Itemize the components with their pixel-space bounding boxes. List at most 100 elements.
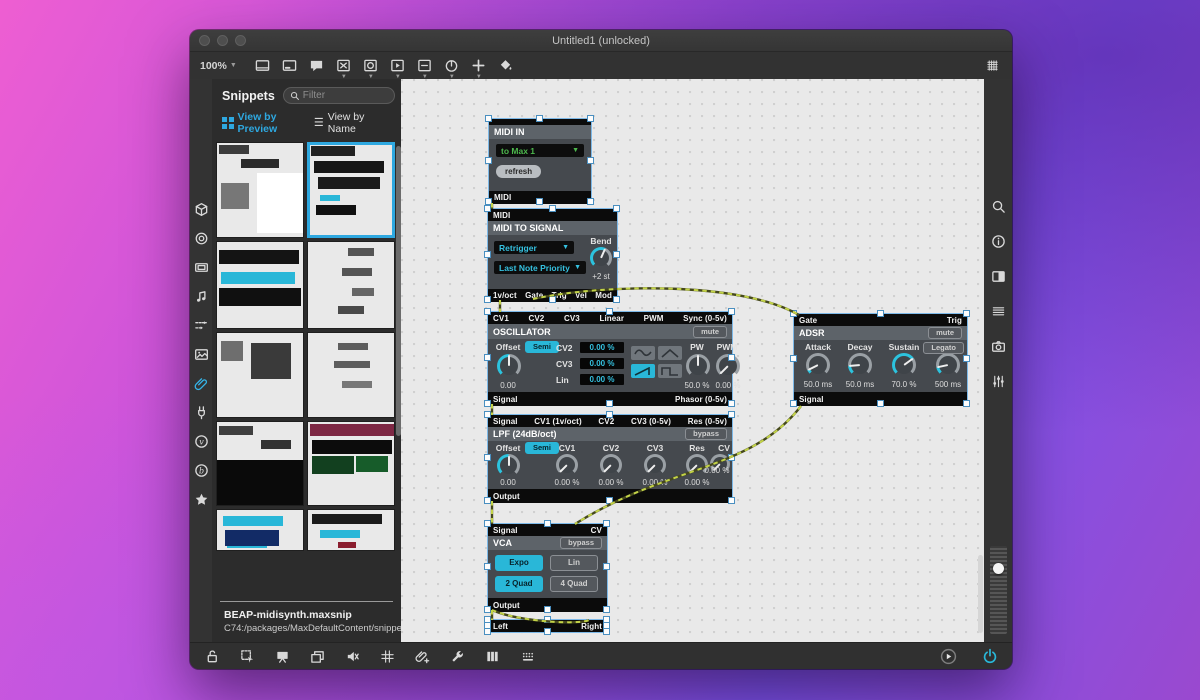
keyboard-icon[interactable] bbox=[517, 646, 537, 666]
piano-keys-icon[interactable] bbox=[482, 646, 502, 666]
beap-icon[interactable]: b bbox=[193, 462, 210, 479]
snippets-search[interactable] bbox=[283, 87, 395, 104]
playbar-icon[interactable]: ▼ bbox=[388, 56, 408, 76]
zoom-level-dropdown[interactable]: 100%▼ bbox=[200, 60, 237, 72]
comment-icon[interactable] bbox=[307, 56, 327, 76]
osc-lin-numbox[interactable]: 0.00 % bbox=[580, 374, 624, 385]
lpf-cv3-knob[interactable] bbox=[644, 454, 666, 476]
close-button[interactable] bbox=[199, 35, 210, 46]
zoom-button[interactable] bbox=[235, 35, 246, 46]
selection-handle[interactable] bbox=[587, 115, 594, 122]
selection-handle[interactable] bbox=[606, 308, 613, 315]
snippets-icon[interactable] bbox=[193, 375, 210, 392]
selection-handle[interactable] bbox=[484, 606, 491, 613]
adsr-sustain-knob[interactable] bbox=[892, 353, 916, 377]
fader-knob[interactable] bbox=[993, 563, 1004, 574]
snippet-thumbnail[interactable] bbox=[307, 241, 395, 329]
selection-handle[interactable] bbox=[963, 310, 970, 317]
selection-handle[interactable] bbox=[484, 520, 491, 527]
snippet-thumbnail[interactable] bbox=[216, 509, 304, 551]
dial-icon[interactable]: ▼ bbox=[442, 56, 462, 76]
selection-handle[interactable] bbox=[485, 198, 492, 205]
selection-handle[interactable] bbox=[544, 628, 551, 635]
waveform-triangle-button[interactable] bbox=[658, 346, 682, 360]
button-icon[interactable]: ▼ bbox=[361, 56, 381, 76]
selection-handle[interactable] bbox=[728, 308, 735, 315]
adsr-release-knob[interactable] bbox=[936, 353, 960, 377]
selection-handle[interactable] bbox=[485, 115, 492, 122]
gain-fader[interactable] bbox=[990, 546, 1007, 634]
object-box-icon[interactable] bbox=[253, 56, 273, 76]
images-icon[interactable] bbox=[193, 346, 210, 363]
selection-handle[interactable] bbox=[484, 251, 491, 258]
bend-knob[interactable] bbox=[590, 247, 612, 269]
minimize-button[interactable] bbox=[217, 35, 228, 46]
favorites-icon[interactable] bbox=[193, 491, 210, 508]
audio-status-icon[interactable] bbox=[193, 230, 210, 247]
lpf-offset-knob[interactable] bbox=[497, 454, 520, 477]
plugs-icon[interactable] bbox=[193, 404, 210, 421]
console-list-icon[interactable] bbox=[989, 302, 1007, 320]
selection-handle[interactable] bbox=[484, 400, 491, 407]
snippet-thumbnail[interactable] bbox=[307, 332, 395, 418]
selection-handle[interactable] bbox=[536, 115, 543, 122]
selection-handle[interactable] bbox=[484, 411, 491, 418]
vizzie-icon[interactable]: v bbox=[193, 433, 210, 450]
selection-handle[interactable] bbox=[484, 563, 491, 570]
select-mode-icon[interactable] bbox=[237, 646, 257, 666]
snippet-thumbnail[interactable] bbox=[216, 421, 304, 506]
retrigger-dropdown[interactable]: Retrigger▼ bbox=[494, 241, 574, 254]
module-adsr[interactable]: Gate Trig ADSR mute Attack 50.0 ms Decay… bbox=[793, 313, 968, 405]
view-by-preview-tab[interactable]: View by Preview bbox=[222, 111, 314, 135]
audio-power-icon[interactable] bbox=[980, 646, 1000, 666]
osc-mute-button[interactable]: mute bbox=[693, 326, 727, 338]
selection-handle[interactable] bbox=[606, 497, 613, 504]
vca-expo-button[interactable]: Expo bbox=[495, 555, 543, 571]
selection-handle[interactable] bbox=[603, 563, 610, 570]
selection-handle[interactable] bbox=[613, 296, 620, 303]
midi-icon[interactable] bbox=[193, 288, 210, 305]
grid-toggle-icon[interactable] bbox=[377, 646, 397, 666]
snippet-thumbnail[interactable] bbox=[307, 421, 395, 506]
run-button-icon[interactable] bbox=[938, 646, 958, 666]
selection-handle[interactable] bbox=[606, 400, 613, 407]
selection-handle[interactable] bbox=[728, 354, 735, 361]
add-object-icon[interactable]: ▼ bbox=[469, 56, 489, 76]
new-snippet-icon[interactable] bbox=[412, 646, 432, 666]
snippet-thumbnail[interactable] bbox=[216, 332, 304, 418]
mixer-sliders-icon[interactable] bbox=[989, 372, 1007, 390]
waveform-saw-button[interactable] bbox=[631, 364, 655, 378]
selection-handle[interactable] bbox=[790, 400, 797, 407]
selection-handle[interactable] bbox=[728, 454, 735, 461]
view-by-name-tab[interactable]: ☰ View by Name bbox=[314, 111, 391, 135]
format-bucket-icon[interactable] bbox=[496, 56, 516, 76]
selection-handle[interactable] bbox=[603, 606, 610, 613]
selection-handle[interactable] bbox=[587, 157, 594, 164]
snippet-thumbnail[interactable] bbox=[216, 142, 304, 238]
module-oscillator[interactable]: CV1 CV2 CV3 Linear PWM Sync (0-5v) OSCIL… bbox=[487, 311, 733, 405]
lock-toggle-icon[interactable] bbox=[202, 646, 222, 666]
selection-handle[interactable] bbox=[544, 520, 551, 527]
adsr-decay-knob[interactable] bbox=[848, 353, 872, 377]
snippet-thumbnail[interactable] bbox=[307, 509, 395, 551]
media-icon[interactable] bbox=[193, 259, 210, 276]
osc-semi-button[interactable]: Semi bbox=[525, 341, 559, 353]
object-palette-icon[interactable] bbox=[982, 56, 1002, 76]
vca-lin-button[interactable]: Lin bbox=[550, 555, 598, 571]
module-lpf[interactable]: Signal CV1 (1v/oct) CV2 CV3 (0-5v) Res (… bbox=[487, 414, 733, 502]
selection-handle[interactable] bbox=[484, 454, 491, 461]
patcher-canvas[interactable]: MIDI IN to Max 1▼ refresh MIDI MIDI MIDI… bbox=[401, 79, 984, 642]
osc-cv3-numbox[interactable]: 0.00 % bbox=[580, 358, 624, 369]
refresh-button[interactable]: refresh bbox=[496, 165, 541, 178]
waveform-sine-button[interactable] bbox=[631, 346, 655, 360]
osc-cv2-numbox[interactable]: 0.00 % bbox=[580, 342, 624, 353]
module-midi-in[interactable]: MIDI IN to Max 1▼ refresh MIDI bbox=[488, 118, 592, 203]
info-icon[interactable] bbox=[989, 232, 1007, 250]
selection-handle[interactable] bbox=[536, 198, 543, 205]
note-priority-dropdown[interactable]: Last Note Priority▼ bbox=[494, 261, 586, 274]
tools-icon[interactable] bbox=[447, 646, 467, 666]
osc-offset-knob[interactable] bbox=[497, 354, 521, 378]
vca-4quad-button[interactable]: 4 Quad bbox=[550, 576, 598, 592]
selection-handle[interactable] bbox=[963, 355, 970, 362]
packages-icon[interactable] bbox=[193, 201, 210, 218]
